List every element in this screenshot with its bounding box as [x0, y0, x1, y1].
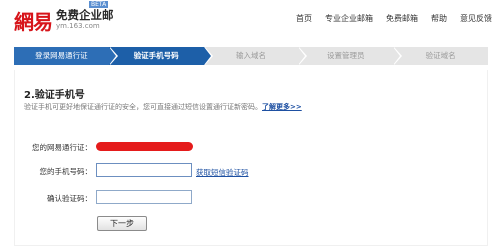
netease-logo[interactable]: 網易 — [14, 6, 53, 35]
description-text: 验证手机可更好地保证通行证的安全，您可直接通过短信设置通行证新密码。了解更多>> — [24, 102, 302, 112]
phone-label: 您的手机号码： — [39, 167, 93, 176]
phone-number-input[interactable] — [96, 163, 192, 177]
brand-title: 免费企业邮 — [56, 8, 114, 22]
nav-home-link[interactable]: 首页 — [296, 13, 312, 24]
step-verify-domain: 验证域名 — [393, 47, 488, 65]
nav-pro-mail-link[interactable]: 专业企业邮箱 — [325, 13, 373, 24]
verification-code-input[interactable] — [96, 190, 192, 204]
nav-help-link[interactable]: 帮助 — [431, 13, 447, 24]
code-label: 确认验证码： — [47, 194, 92, 203]
top-nav: 首页 专业企业邮箱 免费邮箱 帮助 意见反馈 — [296, 13, 492, 24]
section-title: 2.验证手机号 — [24, 90, 85, 101]
header: 網易 免费企业邮 BETA ym.163.com 首页 专业企业邮箱 免费邮箱 … — [0, 0, 500, 40]
description-body: 验证手机可更好地保证通行证的安全，您可直接通过短信设置通行证新密码。 — [24, 103, 262, 111]
learn-more-link[interactable]: 了解更多>> — [262, 103, 302, 111]
step-login-passport: 登录网易通行证 — [14, 47, 118, 65]
get-sms-code-link[interactable]: 获取短信验证码 — [196, 167, 249, 178]
passport-redacted-value — [96, 142, 193, 151]
step-verify-phone: 验证手机号码 — [108, 47, 213, 65]
step-enter-domain: 输入域名 — [203, 47, 308, 65]
beta-badge: BETA — [89, 1, 109, 8]
site-domain: ym.163.com — [56, 22, 100, 30]
nav-free-mail-link[interactable]: 免费邮箱 — [386, 13, 418, 24]
next-step-button[interactable]: 下一步 — [97, 216, 147, 231]
form-panel — [14, 70, 488, 246]
progress-steps: 登录网易通行证 验证手机号码 输入域名 设置管理员 验证域名 — [14, 47, 488, 65]
nav-feedback-link[interactable]: 意见反馈 — [460, 13, 492, 24]
step-set-admin: 设置管理员 — [298, 47, 402, 65]
passport-label: 您的网易通行证： — [32, 143, 92, 152]
